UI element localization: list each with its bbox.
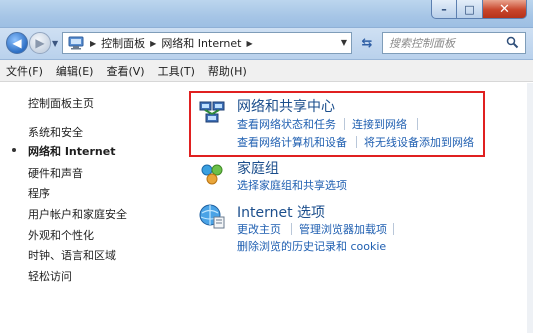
window-controls: – □ ✕	[431, 0, 527, 20]
menu-file[interactable]: 文件(F)	[6, 63, 43, 79]
title-bar: – □ ✕	[0, 0, 533, 28]
link-separator	[393, 223, 394, 235]
sidebar-item-user-accounts[interactable]: 用户帐户和家庭安全	[28, 206, 127, 222]
breadcrumb-network-internet[interactable]: 网络和 Internet	[161, 35, 241, 51]
category-title-homegroup[interactable]: 家庭组	[237, 158, 279, 178]
link-change-home-page[interactable]: 更改主页	[237, 221, 281, 237]
menu-tools[interactable]: 工具(T)	[158, 63, 195, 79]
homegroup-icon[interactable]	[198, 160, 226, 191]
menu-help[interactable]: 帮助(H)	[208, 63, 247, 79]
maximize-button[interactable]: □	[457, 0, 483, 19]
navigation-bar: ◀ ▶ ▼ ▶ 控制面板 ▶ 网络和 Internet ▶ ▼ ⇆	[0, 28, 533, 60]
menu-bar: 文件(F) 编辑(E) 查看(V) 工具(T) 帮助(H)	[0, 60, 533, 82]
refresh-icon: ⇆	[361, 35, 373, 51]
search-icon[interactable]	[506, 36, 519, 52]
link-manage-addons[interactable]: 管理浏览器加载项	[299, 221, 387, 237]
link-view-network-computers[interactable]: 查看网络计算机和设备	[237, 134, 347, 150]
forward-arrow-icon: ▶	[35, 36, 45, 50]
sidebar-item-system-security[interactable]: 系统和安全	[28, 124, 83, 140]
search-box[interactable]	[382, 32, 529, 54]
back-button[interactable]: ◀	[6, 32, 28, 54]
recent-pages-dropdown-icon[interactable]: ▼	[52, 39, 58, 48]
category-title-network-sharing[interactable]: 网络和共享中心	[237, 96, 335, 116]
category-title-internet-options[interactable]: Internet 选项	[237, 202, 325, 222]
forward-button[interactable]: ▶	[29, 32, 51, 54]
link-homegroup-options[interactable]: 选择家庭组和共享选项	[237, 177, 347, 193]
menu-edit[interactable]: 编辑(E)	[56, 63, 94, 79]
breadcrumb-separator-icon[interactable]: ▶	[90, 39, 96, 48]
breadcrumb-separator-icon[interactable]: ▶	[247, 39, 253, 48]
sidebar-item-appearance[interactable]: 外观和个性化	[28, 227, 94, 243]
link-separator	[344, 118, 345, 130]
link-separator	[356, 136, 357, 148]
link-delete-browsing-history[interactable]: 删除浏览的历史记录和 cookie	[237, 238, 386, 254]
sidebar-item-hardware-sound[interactable]: 硬件和声音	[28, 165, 83, 181]
breadcrumb-separator-icon[interactable]: ▶	[150, 39, 156, 48]
link-view-network-status[interactable]: 查看网络状态和任务	[237, 116, 336, 132]
sidebar-item-control-panel-home[interactable]: 控制面板主页	[28, 95, 94, 111]
link-separator	[417, 118, 418, 130]
sidebar-item-network-internet[interactable]: 网络和 Internet	[28, 143, 115, 159]
refresh-button[interactable]: ⇆	[356, 34, 378, 52]
back-arrow-icon: ◀	[12, 36, 22, 50]
sidebar-item-ease-of-access[interactable]: 轻松访问	[28, 268, 72, 284]
link-add-wireless-device[interactable]: 将无线设备添加到网络	[364, 134, 474, 150]
address-bar[interactable]: ▶ 控制面板 ▶ 网络和 Internet ▶ ▼	[62, 32, 352, 54]
minimize-button[interactable]: –	[431, 0, 457, 19]
sidebar-item-programs[interactable]: 程序	[28, 185, 50, 201]
address-dropdown-icon[interactable]: ▼	[341, 38, 347, 47]
control-panel-icon	[67, 35, 85, 51]
link-connect-to-network[interactable]: 连接到网络	[352, 116, 407, 132]
menu-view[interactable]: 查看(V)	[106, 63, 144, 79]
close-button[interactable]: ✕	[483, 0, 527, 19]
active-item-bullet-icon	[12, 148, 16, 152]
network-sharing-icon[interactable]	[198, 98, 226, 129]
sidebar-item-clock-language[interactable]: 时钟、语言和区域	[28, 247, 116, 263]
link-separator	[291, 223, 292, 235]
breadcrumb-control-panel[interactable]: 控制面板	[101, 35, 145, 51]
right-edge-strip	[527, 83, 533, 333]
internet-options-icon[interactable]	[198, 202, 226, 233]
